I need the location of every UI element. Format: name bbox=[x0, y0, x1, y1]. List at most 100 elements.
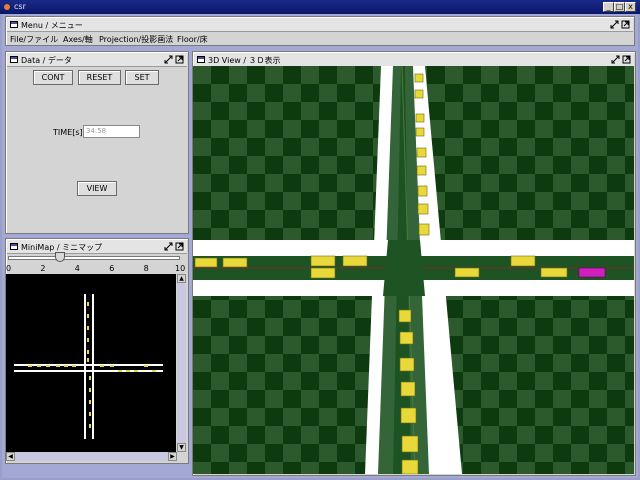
menu-floor[interactable]: Floor/床 bbox=[177, 34, 208, 45]
restore-icon[interactable] bbox=[610, 20, 619, 29]
minimap-vehicle bbox=[89, 388, 91, 392]
minimap-vehicle bbox=[118, 370, 122, 372]
minimap-vehicle bbox=[37, 365, 41, 367]
vehicle bbox=[510, 255, 536, 267]
minimap-road-horizontal-top bbox=[14, 364, 163, 366]
vehicle-highlighted bbox=[578, 267, 606, 278]
menu-projection[interactable]: Projection/投影画法 bbox=[99, 34, 173, 45]
minimap-vehicle bbox=[64, 365, 68, 367]
view3d-frame-title: 3D View / ３Ｄ表示 bbox=[208, 56, 281, 65]
minimap-vehicle bbox=[134, 370, 138, 372]
scroll-right-icon[interactable]: ▶ bbox=[168, 452, 177, 461]
zoom-slider-track[interactable] bbox=[8, 256, 180, 260]
view3d-frame-titlebar[interactable]: 3D View / ３Ｄ表示 bbox=[194, 53, 634, 67]
vehicle bbox=[399, 331, 414, 345]
data-frame: Data / データ CONT RESET SET TIME[s] 34.58 … bbox=[5, 51, 189, 234]
minimap-vehicle bbox=[152, 370, 156, 372]
vehicle bbox=[416, 147, 427, 158]
minimap-vehicle bbox=[89, 376, 91, 380]
vehicle bbox=[418, 223, 430, 236]
restore-icon[interactable] bbox=[164, 55, 173, 64]
zoom-slider-thumb[interactable] bbox=[54, 252, 65, 262]
window-title: csr bbox=[14, 2, 26, 11]
vehicle bbox=[401, 435, 419, 453]
vehicle bbox=[414, 89, 424, 99]
minimap-vehicle bbox=[72, 365, 76, 367]
minimap-vehicle bbox=[28, 365, 32, 367]
vehicle bbox=[415, 127, 425, 137]
vehicle bbox=[398, 309, 412, 323]
close-button[interactable]: x bbox=[625, 2, 636, 12]
minimap-vehicle bbox=[87, 338, 89, 342]
vehicle bbox=[310, 267, 336, 279]
minimap-vehicle bbox=[89, 400, 91, 404]
slider-tick-label: 8 bbox=[143, 264, 149, 273]
minimap-vertical-scrollbar[interactable]: ▲ ▼ bbox=[177, 274, 186, 452]
minimap-vehicle bbox=[100, 365, 104, 367]
vehicle bbox=[417, 185, 428, 197]
intersection bbox=[383, 240, 425, 296]
reset-button[interactable]: RESET bbox=[78, 70, 121, 85]
window-titlebar: csr _ □ x bbox=[0, 0, 640, 14]
vehicle bbox=[194, 257, 218, 268]
vehicle bbox=[400, 381, 416, 397]
menubar: File/ファイル Axes/軸 Projection/投影画法 Floor/床 bbox=[8, 33, 632, 45]
minimap-vehicle bbox=[87, 326, 89, 330]
menu-file[interactable]: File/ファイル bbox=[10, 34, 58, 45]
set-button[interactable]: SET bbox=[125, 70, 159, 85]
scroll-down-icon[interactable]: ▼ bbox=[177, 443, 186, 452]
minimap-vehicle bbox=[144, 365, 148, 367]
restore-icon[interactable] bbox=[611, 55, 620, 64]
minimap-vehicle bbox=[56, 365, 60, 367]
vehicle bbox=[416, 165, 427, 176]
minimap-vehicle bbox=[126, 370, 130, 372]
minimize-button[interactable]: _ bbox=[603, 2, 614, 12]
minimap-road-vertical-right bbox=[92, 294, 94, 439]
app-icon bbox=[4, 4, 10, 10]
minimap-vehicle bbox=[110, 365, 114, 367]
vehicle bbox=[415, 113, 425, 123]
menu-frame-titlebar[interactable]: Menu / メニュー bbox=[7, 18, 633, 32]
minimap-vehicle bbox=[46, 365, 50, 367]
view-button[interactable]: VIEW bbox=[77, 181, 117, 196]
minimap-vehicle bbox=[87, 302, 89, 306]
minimap-vehicle bbox=[87, 350, 89, 354]
slider-tick-label: 4 bbox=[74, 264, 80, 273]
minimap-road-vertical-left bbox=[84, 294, 86, 439]
maximize-icon[interactable] bbox=[621, 20, 630, 29]
vehicle bbox=[222, 257, 248, 268]
minimap-horizontal-scrollbar[interactable]: ◀ ▶ bbox=[6, 452, 177, 461]
minimap-vehicle bbox=[89, 424, 91, 428]
minimap-vehicle bbox=[89, 412, 91, 416]
maximize-button[interactable]: □ bbox=[614, 2, 625, 12]
slider-tick-label: 10 bbox=[175, 264, 186, 273]
maximize-icon[interactable] bbox=[175, 242, 184, 251]
minimap-canvas[interactable] bbox=[6, 274, 176, 452]
scroll-left-icon[interactable]: ◀ bbox=[6, 452, 15, 461]
maximize-icon[interactable] bbox=[622, 55, 631, 64]
restore-icon[interactable] bbox=[164, 242, 173, 251]
data-frame-title: Data / データ bbox=[21, 56, 72, 65]
cont-button[interactable]: CONT bbox=[33, 70, 73, 85]
maximize-icon[interactable] bbox=[175, 55, 184, 64]
menu-frame-title: Menu / メニュー bbox=[21, 21, 83, 30]
frame-icon bbox=[197, 56, 205, 63]
scroll-up-icon[interactable]: ▲ bbox=[177, 274, 186, 283]
vehicle bbox=[414, 73, 424, 83]
time-label: TIME[s] bbox=[53, 128, 83, 137]
data-frame-titlebar[interactable]: Data / データ bbox=[7, 53, 187, 67]
slider-tick-label: 2 bbox=[40, 264, 46, 273]
vehicle bbox=[454, 267, 480, 278]
menu-axes[interactable]: Axes/軸 bbox=[63, 34, 93, 45]
minimap-frame-titlebar[interactable]: MiniMap / ミニマップ bbox=[7, 240, 187, 254]
vehicle bbox=[540, 267, 568, 278]
vehicle bbox=[399, 357, 415, 372]
minimap-vehicle bbox=[87, 358, 89, 362]
frame-icon bbox=[10, 56, 18, 63]
time-field[interactable]: 34.58 bbox=[83, 125, 140, 138]
minimap-vehicle bbox=[87, 314, 89, 318]
view3d-canvas[interactable] bbox=[193, 66, 634, 474]
vehicle bbox=[417, 203, 429, 215]
vehicle bbox=[342, 255, 368, 267]
vehicle bbox=[401, 459, 419, 474]
